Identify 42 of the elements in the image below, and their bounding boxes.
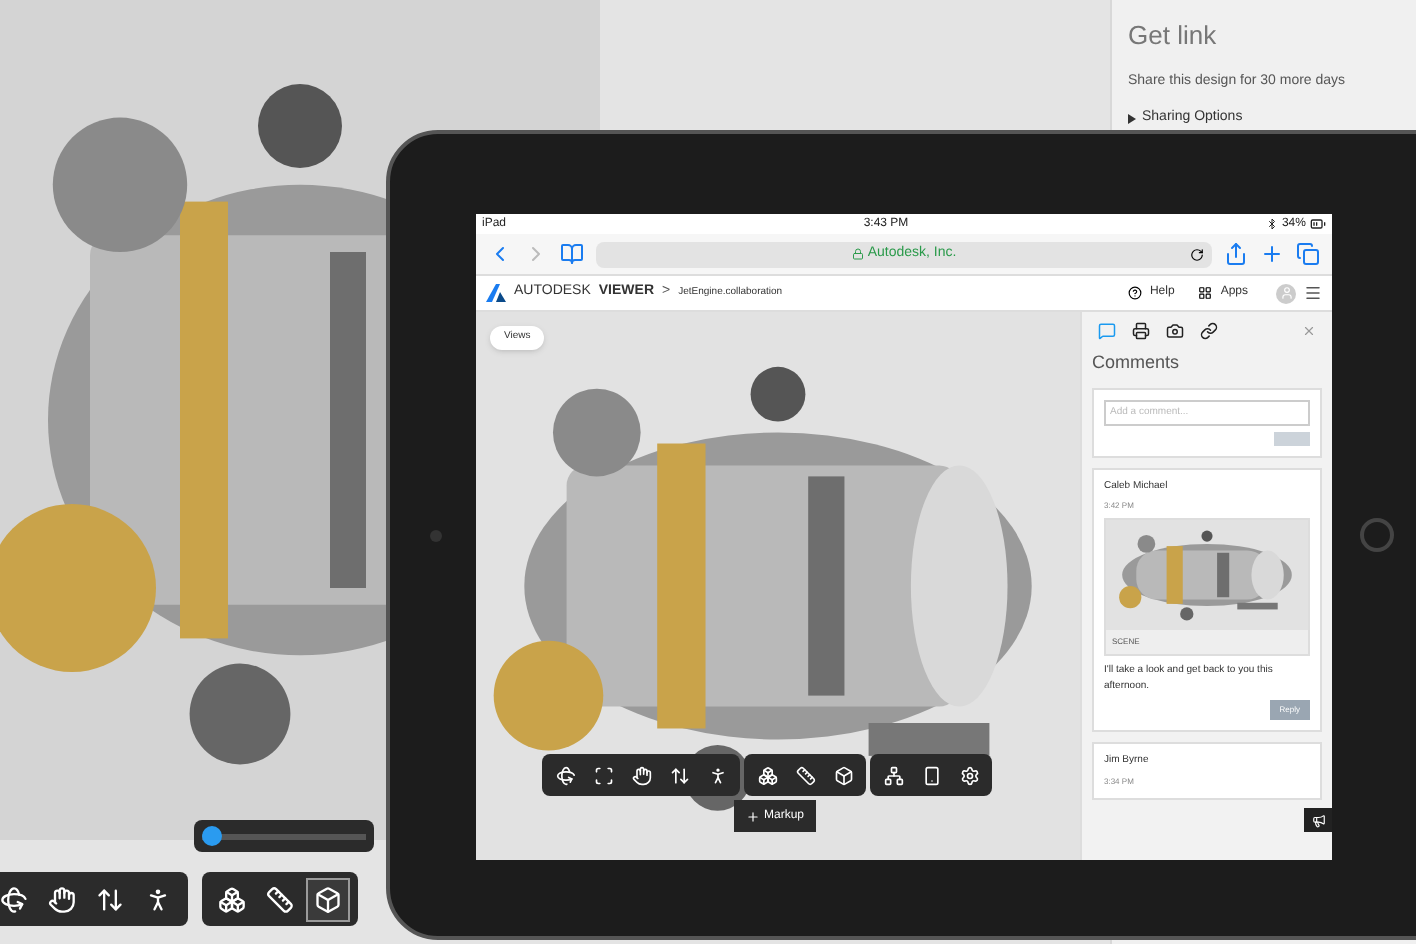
close-icon[interactable] xyxy=(1302,324,1316,338)
panel-tab[interactable] xyxy=(1166,322,1184,340)
battery-icon xyxy=(1309,216,1326,232)
hand-icon xyxy=(631,765,651,785)
settings-icon xyxy=(959,765,979,785)
properties-icon xyxy=(921,765,941,785)
apps-icon xyxy=(1198,286,1213,300)
camera-icon xyxy=(1166,322,1184,340)
tabs-icon[interactable] xyxy=(1296,242,1320,266)
plus-icon xyxy=(746,809,760,823)
panel-title: Get link xyxy=(1128,18,1219,54)
zoom-icon xyxy=(669,765,689,785)
menu-icon[interactable] xyxy=(1304,284,1322,302)
structure-icon xyxy=(883,765,903,785)
new-tab-icon[interactable] xyxy=(1260,242,1284,266)
feedback-button[interactable] xyxy=(1304,808,1332,832)
ruler-icon xyxy=(795,765,815,785)
panel-tab[interactable] xyxy=(1200,322,1218,340)
expand-icon xyxy=(1128,113,1136,124)
zoom-icon xyxy=(96,885,124,913)
link-icon xyxy=(1200,322,1218,340)
help-icon xyxy=(1127,286,1142,300)
lock-icon xyxy=(851,248,864,260)
person-icon xyxy=(707,765,727,785)
cube-icon xyxy=(314,885,342,913)
user-icon xyxy=(1279,286,1293,300)
panel-tab[interactable] xyxy=(1132,322,1150,340)
person-icon xyxy=(144,885,172,913)
printer-icon xyxy=(1132,322,1150,340)
megaphone-icon xyxy=(1311,813,1325,827)
ruler-icon xyxy=(266,885,294,913)
hand-icon xyxy=(48,885,76,913)
share-icon[interactable] xyxy=(1224,242,1248,266)
tool-button[interactable] xyxy=(306,877,350,921)
explode-icon xyxy=(757,765,777,785)
reload-icon[interactable] xyxy=(1190,247,1204,261)
comment-icon xyxy=(1098,322,1116,340)
explode-icon xyxy=(218,885,246,913)
bluetooth-icon xyxy=(1265,218,1278,230)
orbit-icon xyxy=(0,885,28,913)
cube-icon xyxy=(833,765,853,785)
panel-title: Comments xyxy=(1092,350,1182,376)
